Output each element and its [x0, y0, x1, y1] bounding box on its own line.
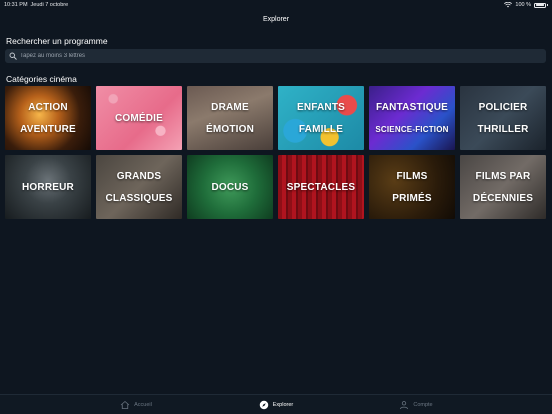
- tab-account-label: Compte: [413, 401, 433, 408]
- tile-label-line2: ÉMOTION: [205, 123, 255, 135]
- tile-label: GRANDS CLASSIQUES: [102, 160, 175, 215]
- status-date: Jeudi 7 octobre: [30, 2, 69, 8]
- tile-label: ENFANTS FAMILLE: [294, 91, 348, 146]
- category-tile-grands-classiques[interactable]: GRANDS CLASSIQUES: [96, 155, 182, 219]
- tab-account[interactable]: Compte: [346, 400, 486, 410]
- tile-label: SPECTACLES: [284, 171, 359, 204]
- category-tile-horreur[interactable]: HORREUR: [5, 155, 91, 219]
- battery-percent: 100 %: [515, 2, 531, 8]
- tile-label-line1: FANTASTIQUE: [375, 101, 448, 113]
- tile-label-line1: DRAME: [211, 101, 249, 113]
- status-bar: 10:31 PM Jeudi 7 octobre 100 %: [0, 0, 552, 10]
- tile-label-line1: ACTION: [28, 101, 68, 113]
- tile-label-line2: SCIENCE-FICTION: [375, 124, 449, 134]
- app-root: 10:31 PM Jeudi 7 octobre 100 % Explorer …: [0, 0, 552, 414]
- tile-label-line1: SPECTACLES: [286, 181, 356, 193]
- tile-label: DRAME ÉMOTION: [203, 91, 257, 146]
- page-title: Explorer: [262, 15, 290, 23]
- tile-label-line1: FILMS PAR: [475, 170, 531, 182]
- tile-label-line1: ENFANTS: [296, 101, 346, 113]
- tile-label-line2: CLASSIQUES: [105, 192, 173, 204]
- search-bar[interactable]: [5, 49, 546, 63]
- battery-icon: [534, 2, 546, 8]
- search-input[interactable]: [20, 53, 420, 59]
- tile-label-line2: THRILLER: [477, 123, 529, 135]
- search-heading: Rechercher un programme: [6, 36, 108, 46]
- compass-icon: [259, 400, 268, 409]
- tile-label-line1: FILMS: [396, 170, 428, 182]
- category-tile-fantastique[interactable]: FANTASTIQUE SCIENCE-FICTION: [369, 86, 455, 150]
- categories-heading: Catégories cinéma: [6, 74, 77, 84]
- tile-label: FILMS PAR DÉCENNIES: [470, 160, 536, 215]
- category-tile-films-primes[interactable]: FILMS PRIMÉS: [369, 155, 455, 219]
- tile-label: FILMS PRIMÉS: [389, 160, 435, 215]
- tile-label-line2: AVENTURE: [20, 123, 76, 135]
- tile-label: POLICIER THRILLER: [474, 91, 531, 146]
- tab-explore-label: Explorer: [272, 401, 294, 408]
- tab-home-label: Accueil: [134, 401, 152, 408]
- tab-bar: Accueil Explorer Compte: [0, 394, 552, 414]
- tile-label: COMÉDIE: [112, 102, 166, 135]
- tile-label-line2: FAMILLE: [298, 123, 344, 135]
- tile-label-line1: HORREUR: [22, 181, 74, 193]
- tile-label: DOCUS: [208, 171, 251, 204]
- search-icon: [9, 52, 17, 60]
- person-icon: [400, 400, 409, 409]
- tile-label: ACTION AVENTURE: [17, 91, 79, 146]
- category-tile-drame-emotion[interactable]: DRAME ÉMOTION: [187, 86, 273, 150]
- tile-label-line1: POLICIER: [478, 101, 528, 113]
- category-tile-policier-thriller[interactable]: POLICIER THRILLER: [460, 86, 546, 150]
- tile-label-line2: PRIMÉS: [392, 192, 432, 204]
- wifi-icon: [504, 2, 513, 8]
- home-icon: [120, 400, 130, 409]
- nav-bar: Explorer: [0, 10, 552, 28]
- category-tile-films-par-decennies[interactable]: FILMS PAR DÉCENNIES: [460, 155, 546, 219]
- tab-home[interactable]: Accueil: [66, 400, 206, 410]
- tile-label: FANTASTIQUE SCIENCE-FICTION: [372, 91, 451, 146]
- tile-label: HORREUR: [19, 171, 77, 204]
- tile-label-line2: DÉCENNIES: [472, 192, 534, 204]
- tile-label-line1: DOCUS: [211, 181, 249, 193]
- tab-explore[interactable]: Explorer: [206, 400, 346, 410]
- category-tile-comedie[interactable]: COMÉDIE: [96, 86, 182, 150]
- category-tile-enfants-famille[interactable]: ENFANTS FAMILLE: [278, 86, 364, 150]
- battery-tip: [547, 4, 548, 6]
- category-tile-action-aventure[interactable]: ACTION AVENTURE: [5, 86, 91, 150]
- tile-label-line1: COMÉDIE: [114, 112, 164, 124]
- status-time: 10:31 PM: [4, 2, 28, 8]
- categories-grid: ACTION AVENTURE COMÉDIE DRAME ÉMOTION EN…: [5, 86, 546, 219]
- category-tile-docus[interactable]: DOCUS: [187, 155, 273, 219]
- category-tile-spectacles[interactable]: SPECTACLES: [278, 155, 364, 219]
- tile-label-line1: GRANDS: [116, 170, 162, 182]
